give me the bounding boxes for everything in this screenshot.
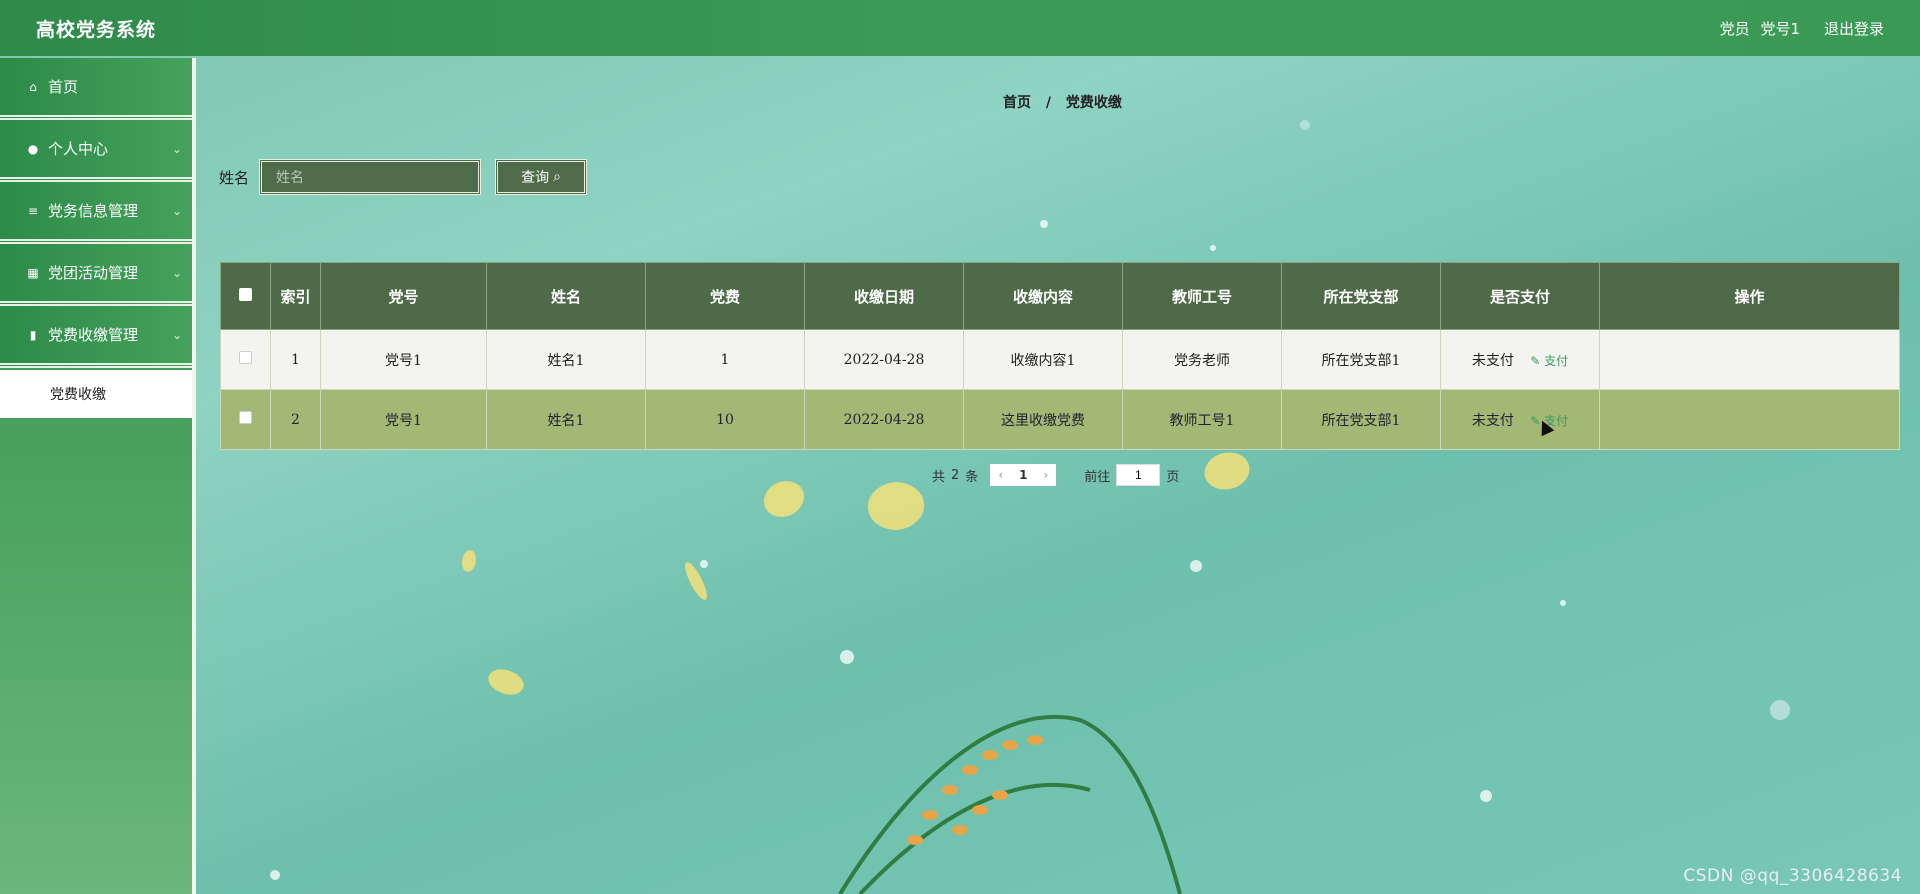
cell-party-no: 党号1 <box>320 329 487 390</box>
column-header: 党费 <box>645 262 805 330</box>
column-header: 所在党支部 <box>1281 262 1441 330</box>
search-button-label: 查询 <box>521 170 550 186</box>
column-header: 收缴内容 <box>963 262 1123 330</box>
cell-teacher-no: 教师工号1 <box>1122 389 1282 450</box>
table-row: 2 党号1 姓名1 10 2022-04-28 这里收缴党费 教师工号1 所在党… <box>220 389 1900 450</box>
cell-fee: 1 <box>645 329 805 390</box>
sidebar: ⌂ 首页 ● 个人中心 ⌄ ≡ 党务信息管理 ⌄ ▦ 党团活动管理 ⌄ ▮ 党费… <box>0 58 196 894</box>
next-page-icon[interactable]: › <box>1043 468 1048 482</box>
pagination-total-prefix: 共 <box>932 469 946 485</box>
cell-paid-status: 未支付 ✎ 支付 <box>1440 329 1600 390</box>
sidebar-subitem-fee-collection[interactable]: 党费收缴 <box>0 370 192 418</box>
cell-index: 2 <box>270 389 321 450</box>
page-suffix: 页 <box>1166 469 1180 485</box>
cell-paid-status: 未支付 ✎ 支付 <box>1440 389 1600 450</box>
row-checkbox[interactable] <box>239 351 252 364</box>
search-icon: ⌕ <box>553 169 561 185</box>
cell-date: 2022-04-28 <box>804 389 964 450</box>
cell-teacher-no: 党务老师 <box>1122 329 1282 390</box>
pagination: 共 2 条 ‹ 1 › 前往 页 <box>932 464 1179 486</box>
sidebar-item-party-info[interactable]: ≡ 党务信息管理 ⌄ <box>0 182 192 244</box>
chevron-down-icon: ⌄ <box>171 327 182 342</box>
column-header: 教师工号 <box>1122 262 1282 330</box>
top-navbar: 高校党务系统 党员 党号1 退出登录 <box>0 0 1920 56</box>
cell-fee: 10 <box>645 389 805 450</box>
sidebar-item-fee-management[interactable]: ▮ 党费收缴管理 ⌄ <box>0 306 192 368</box>
cell-index: 1 <box>270 329 321 390</box>
row-checkbox-cell <box>220 389 271 450</box>
cell-branch: 所在党支部1 <box>1281 389 1441 450</box>
cell-name: 姓名1 <box>486 389 646 450</box>
search-button[interactable]: 查询 ⌕ <box>495 159 588 195</box>
chevron-down-icon: ⌄ <box>171 141 182 156</box>
sidebar-item-label: 党费收缴管理 <box>48 326 139 344</box>
cell-name: 姓名1 <box>486 329 646 390</box>
paid-status-text: 未支付 <box>1471 352 1514 369</box>
breadcrumb: 首页 / 党费收缴 <box>1003 92 1122 112</box>
row-checkbox-cell <box>220 329 271 390</box>
sidebar-item-label: 首页 <box>48 78 79 96</box>
select-all-checkbox-cell <box>220 262 271 330</box>
sliders-icon: ≡ <box>27 203 39 218</box>
app-title: 高校党务系统 <box>36 18 157 41</box>
chevron-down-icon: ⌄ <box>171 265 182 280</box>
user-role: 党员 <box>1719 19 1750 38</box>
column-header: 党号 <box>320 262 487 330</box>
sidebar-item-party-activity[interactable]: ▦ 党团活动管理 ⌄ <box>0 244 192 306</box>
name-search-input[interactable] <box>259 159 482 195</box>
sidebar-item-label: 党务信息管理 <box>48 202 139 220</box>
breadcrumb-home[interactable]: 首页 <box>1003 95 1031 111</box>
column-header: 姓名 <box>486 262 646 330</box>
search-bar: 姓名 查询 ⌕ <box>219 159 588 195</box>
cell-content: 收缴内容1 <box>963 329 1123 390</box>
sidebar-item-label: 党团活动管理 <box>48 264 139 282</box>
pay-link-label: 支付 <box>1544 353 1569 368</box>
cell-date: 2022-04-28 <box>804 329 964 390</box>
breadcrumb-separator: / <box>1045 95 1051 111</box>
user-area: 党员 党号1 退出登录 <box>1720 18 1884 39</box>
watermark: CSDN @qq_3306428634 <box>1683 866 1902 886</box>
row-checkbox[interactable] <box>239 411 252 424</box>
cell-actions <box>1599 389 1900 450</box>
user-name: 党号1 <box>1760 19 1800 38</box>
column-header: 操作 <box>1599 262 1900 330</box>
sidebar-item-label: 个人中心 <box>48 140 109 158</box>
cell-actions <box>1599 329 1900 390</box>
user-role-and-name: 党员 党号1 <box>1720 18 1800 39</box>
sidebar-item-home[interactable]: ⌂ 首页 <box>0 58 192 120</box>
table-row: 1 党号1 姓名1 1 2022-04-28 收缴内容1 党务老师 所在党支部1… <box>220 329 1900 390</box>
column-header: 收缴日期 <box>804 262 964 330</box>
user-icon: ● <box>27 141 39 156</box>
fee-table: 索引 党号 姓名 党费 收缴日期 收缴内容 教师工号 所在党支部 是否支付 操作… <box>220 262 1900 450</box>
pagination-total: 2 <box>951 467 960 483</box>
grid-icon: ▦ <box>27 265 39 280</box>
chevron-down-icon: ⌄ <box>171 203 182 218</box>
pay-link[interactable]: ✎ 支付 <box>1530 354 1568 368</box>
cell-party-no: 党号1 <box>320 389 487 450</box>
cell-content: 这里收缴党费 <box>963 389 1123 450</box>
page-navigator: ‹ 1 › <box>990 464 1057 486</box>
table-header-row: 索引 党号 姓名 党费 收缴日期 收缴内容 教师工号 所在党支部 是否支付 操作 <box>220 262 1900 330</box>
bar-chart-icon: ▮ <box>29 327 37 342</box>
select-all-checkbox[interactable] <box>239 288 252 301</box>
home-icon: ⌂ <box>29 79 37 94</box>
current-page-number[interactable]: 1 <box>1019 468 1027 482</box>
pagination-total-suffix: 条 <box>965 469 979 485</box>
logout-button[interactable]: 退出登录 <box>1824 18 1884 39</box>
prev-page-icon[interactable]: ‹ <box>998 468 1003 482</box>
search-label: 姓名 <box>219 168 250 187</box>
breadcrumb-current: 党费收缴 <box>1065 95 1122 111</box>
cell-branch: 所在党支部1 <box>1281 329 1441 390</box>
goto-label: 前往 <box>1084 469 1111 485</box>
column-header: 是否支付 <box>1440 262 1600 330</box>
sidebar-item-personal-center[interactable]: ● 个人中心 ⌄ <box>0 120 192 182</box>
column-header: 索引 <box>270 262 321 330</box>
goto-page-input[interactable] <box>1116 464 1161 486</box>
edit-icon: ✎ <box>1530 353 1545 368</box>
paid-status-text: 未支付 <box>1471 412 1514 429</box>
